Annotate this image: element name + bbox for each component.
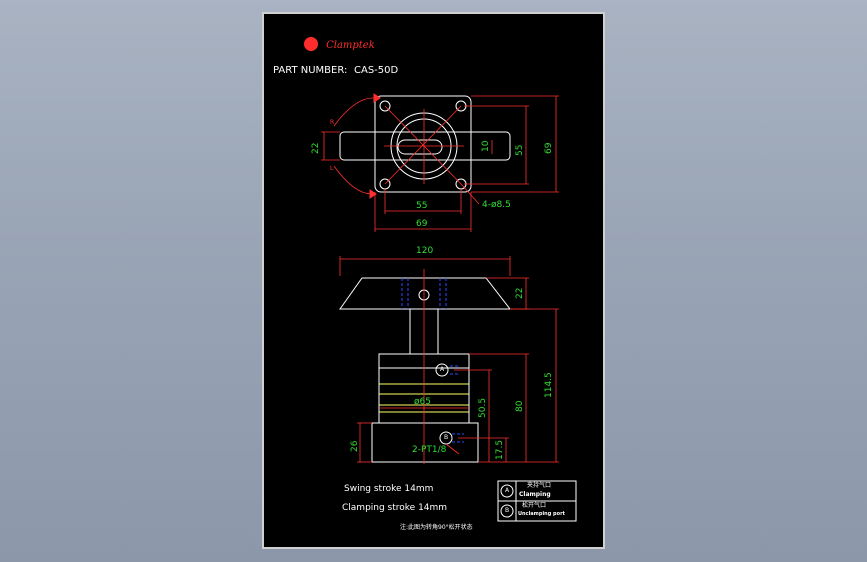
legend-b-cn: 松开气口	[522, 502, 547, 509]
dim-width: 69	[416, 219, 428, 229]
dim-slot: 10	[481, 140, 491, 152]
clamping-stroke-note: Clamping stroke 14mm	[342, 503, 448, 513]
dim-port-distance: 50.5	[478, 397, 488, 418]
brand-logo: Clamptek	[304, 35, 375, 51]
clamp-arm-side	[339, 277, 512, 310]
dim-base: 26	[350, 440, 360, 452]
technical-drawing	[321, 93, 577, 522]
port-a-label: A	[440, 366, 445, 373]
dim-total-height: 114.5	[544, 372, 554, 398]
dim-height: 69	[544, 142, 554, 154]
rotation-left-label: L	[330, 165, 334, 172]
port-callout: 2-PT1/8	[412, 445, 447, 455]
swing-stroke-note: Swing stroke 14mm	[344, 484, 434, 494]
dim-body-height: 80	[515, 400, 525, 412]
port-b-label: B	[444, 434, 449, 441]
legend-a-en: Clamping	[519, 491, 551, 498]
footnote: 注:此图为转角90°松开状态	[400, 524, 473, 531]
dim-arm-thickness: 22	[515, 287, 525, 299]
brand-mark	[304, 36, 318, 51]
hidden-lines	[401, 278, 464, 443]
dim-arm-width: 22	[311, 142, 321, 154]
rotation-right-label: R	[330, 119, 335, 126]
dim-arm-length: 120	[416, 246, 434, 256]
part-number: CAS-50D	[354, 65, 399, 76]
brand-name: Clamptek	[326, 40, 375, 51]
legend-a-cn: 夹持气口	[527, 482, 552, 489]
legend-b-en: Unclamping port	[518, 511, 565, 517]
drawing-sheet: Clamptek PART NUMBER: CAS-50D R L 22 10 …	[262, 12, 605, 549]
legend-b-symbol: B	[505, 507, 510, 514]
dim-hole-spacing-h: 55	[416, 201, 428, 211]
dim-diameter: ø65	[414, 397, 431, 407]
dim-port-b: 17.5	[495, 439, 505, 460]
legend-a-symbol: A	[505, 487, 510, 494]
part-number-label: PART NUMBER:	[273, 65, 348, 76]
hole-callout: 4-ø8.5	[482, 200, 511, 210]
dim-hole-spacing-v: 55	[515, 144, 525, 156]
top-view-dimension-lines	[321, 95, 559, 232]
